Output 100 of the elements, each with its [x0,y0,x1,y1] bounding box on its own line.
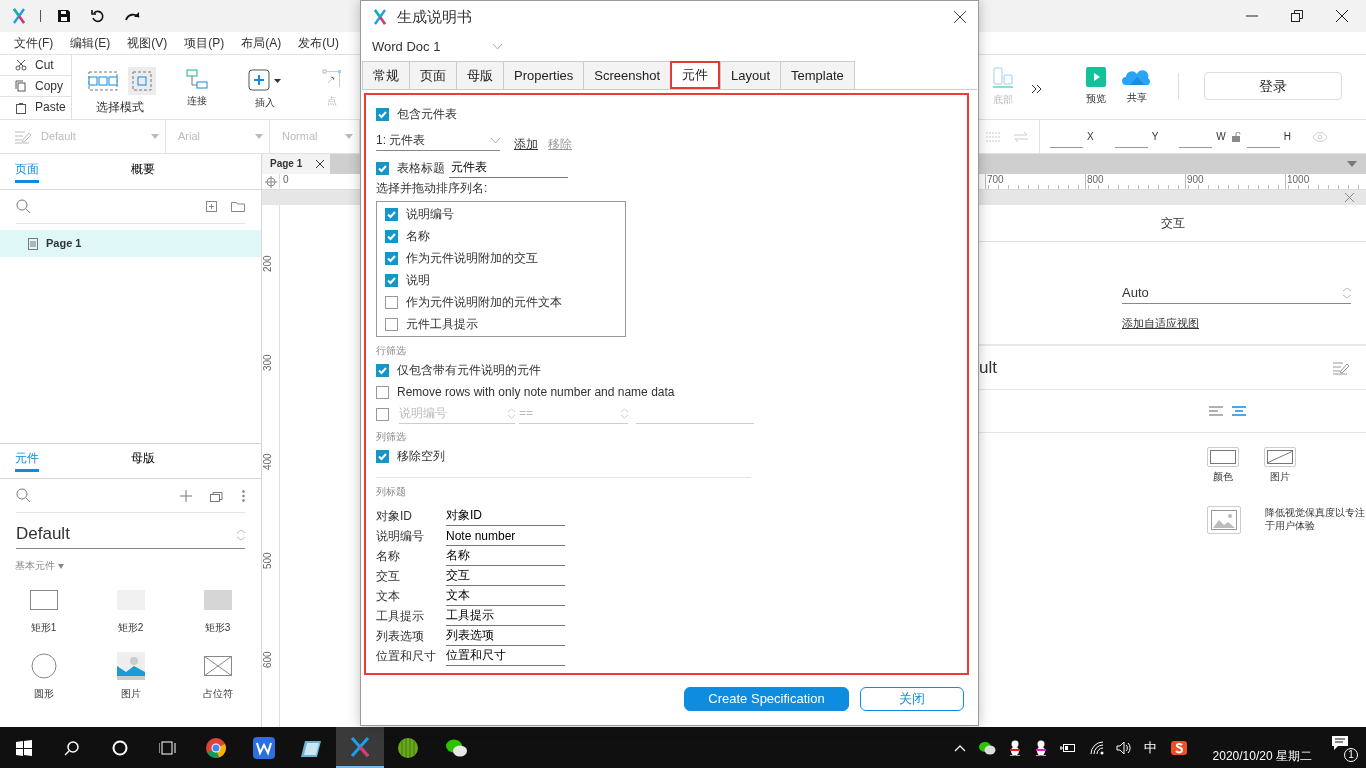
menu-item[interactable]: 布局(A) [241,35,282,51]
redo-icon[interactable] [125,10,141,22]
add-page-icon[interactable] [206,201,217,212]
select-mode-button[interactable] [128,67,156,95]
chat-icon[interactable] [977,740,996,755]
checkbox[interactable] [385,229,398,243]
crosshair-icon[interactable] [264,175,277,188]
lock-icon[interactable] [1231,131,1241,142]
adaptive-select[interactable]: Auto [1122,282,1351,304]
tool-button[interactable]: 共享 [1122,55,1152,119]
checkbox[interactable] [376,161,389,175]
checkbox[interactable] [376,449,389,463]
fill-option-button[interactable] [1207,447,1239,468]
tool-button[interactable]: 连接 [186,55,208,119]
checkbox[interactable] [385,273,398,287]
checkbox[interactable] [376,363,389,377]
menu-item[interactable]: 编辑(E) [70,35,111,51]
header-field[interactable]: 名称 [446,546,565,566]
text-link[interactable]: 添加 [514,136,538,151]
dialog-tab[interactable]: 页面 [409,61,457,89]
library-icon[interactable] [210,489,224,502]
chevron-up-icon[interactable] [953,743,966,752]
menu-item[interactable]: 文件(F) [14,35,54,51]
checkbox[interactable] [376,107,389,121]
dialog-tab[interactable]: 元件 [670,61,720,89]
checkbox[interactable] [385,295,398,309]
clock-date[interactable]: 2020/10/20 星期二 [1212,748,1312,764]
close-icon[interactable] [316,160,325,168]
menu-item[interactable]: 项目(P) [184,35,225,51]
more-icon[interactable] [242,489,245,502]
fill-option-button[interactable] [1264,447,1296,468]
penguin-icon[interactable] [1007,739,1022,756]
folder-icon[interactable] [231,201,245,212]
title-field[interactable]: 元件表 [449,158,568,178]
login-button[interactable]: 登录 [1204,72,1342,100]
panel-tab[interactable]: 概要 [130,161,261,189]
tool-button[interactable]: 预览 [1086,55,1106,119]
dialog-tab[interactable]: Template [780,61,855,89]
document-select[interactable]: Word Doc 1 [372,32,502,61]
dialog-tab[interactable]: Properties [503,61,585,89]
caret-icon[interactable] [58,563,64,569]
fidelity-button[interactable] [1207,506,1241,535]
style-edit-icon[interactable] [1333,360,1349,375]
rectangle-icon[interactable] [29,590,58,610]
caret-icon[interactable] [1347,161,1357,167]
start-icon[interactable] [16,739,32,756]
dialog-tab[interactable]: 母版 [456,61,504,89]
dialog-tab[interactable]: Screenshot [583,61,671,89]
wifi-icon[interactable] [1089,740,1104,755]
checkbox[interactable] [385,317,398,331]
create-button[interactable]: Create Specification [684,687,849,711]
dialog-tab[interactable]: 常规 [362,61,410,89]
tool-button[interactable]: 插入 [248,55,282,119]
save-icon[interactable] [57,9,71,23]
panel-tab[interactable]: 母版 [130,450,261,478]
ime-icon[interactable] [1170,740,1187,755]
menu-item[interactable]: 视图(V) [127,35,168,51]
align-left-icon[interactable] [1209,406,1223,417]
panel-tab[interactable]: 元件 [0,450,131,478]
double-chevron-icon[interactable] [1031,84,1043,94]
cut-button[interactable]: Cut [35,57,54,73]
add-view-link[interactable]: 添加自适应视图 [1122,317,1199,331]
checkbox[interactable] [385,207,398,221]
group-label[interactable]: 基本元件 [15,560,55,572]
page-item[interactable]: Page 1 [0,230,261,257]
checkbox[interactable] [376,385,389,399]
input-method[interactable]: 中 [1143,739,1157,756]
dialog-tab[interactable]: Layout [720,61,782,89]
table-select[interactable]: 1: 元件表 [376,131,500,151]
align-center-icon[interactable] [1232,406,1246,417]
close-icon[interactable] [954,10,966,23]
header-field[interactable]: 列表选项 [446,626,565,646]
header-field[interactable]: 位置和尺寸 [446,646,565,666]
close-icon[interactable] [1336,10,1348,22]
close-button[interactable]: 关闭 [860,687,964,711]
header-field[interactable]: 交互 [446,566,565,586]
search-icon[interactable] [64,739,80,756]
penguin-icon[interactable] [1033,739,1048,756]
column-list[interactable]: 说明编号 名称 作为元件说明附加的交互 说明 作为元件说明附加的元件文本 元件工具提示 [376,201,626,337]
panel-tab[interactable]: 页面 [0,161,131,189]
header-field[interactable]: 工具提示 [446,606,565,626]
header-field[interactable]: 文本 [446,586,565,606]
add-icon[interactable] [180,489,192,502]
page-tab[interactable]: Page 1 [262,154,331,174]
panel-header[interactable]: 交互 [979,205,1366,242]
paste-button[interactable]: Paste [35,100,66,115]
library-select[interactable]: Default [16,521,245,549]
restore-icon[interactable] [1291,10,1303,22]
menu-item[interactable]: 发布(U) [298,35,339,51]
checkbox[interactable] [385,251,398,265]
notifications-button[interactable]: 1 [1332,735,1356,760]
image-icon[interactable] [116,652,145,680]
header-field[interactable]: 对象ID [446,506,565,526]
undo-icon[interactable] [91,9,105,23]
placeholder-icon[interactable] [203,656,232,676]
taskbar-app[interactable] [336,727,384,768]
task-view-icon[interactable] [159,739,177,756]
volume-icon[interactable] [1115,740,1132,755]
battery-icon[interactable] [1059,742,1076,753]
copy-button[interactable]: Copy [35,78,63,94]
